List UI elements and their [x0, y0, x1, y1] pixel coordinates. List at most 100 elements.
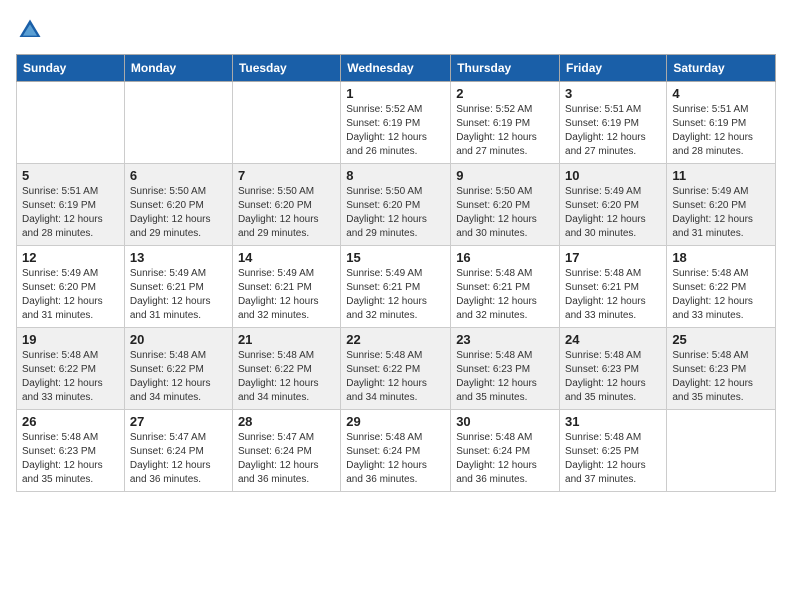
calendar-cell: 31 Sunrise: 5:48 AM Sunset: 6:25 PM Dayli…: [560, 410, 667, 492]
day-info: Sunrise: 5:48 AM Sunset: 6:24 PM Dayligh…: [346, 431, 445, 487]
day-number: 1: [346, 86, 445, 101]
day-number: 14: [238, 250, 335, 265]
day-number: 19: [22, 332, 119, 347]
day-number: 6: [130, 168, 227, 183]
day-number: 20: [130, 332, 227, 347]
day-header-monday: Monday: [124, 55, 232, 82]
week-row-4: 19 Sunrise: 5:48 AM Sunset: 6:22 PM Dayli…: [17, 328, 776, 410]
calendar-cell: 13Sunrise: 5:49 AM Sunset: 6:21 PM Dayli…: [124, 246, 232, 328]
week-row-1: 1 Sunrise: 5:52 AM Sunset: 6:19 PM Daylig…: [17, 82, 776, 164]
day-number: 10: [565, 168, 661, 183]
day-number: 12: [22, 250, 119, 265]
day-info: Sunrise: 5:49 AM Sunset: 6:20 PM Dayligh…: [565, 185, 661, 241]
calendar-cell: 25 Sunrise: 5:48 AM Sunset: 6:23 PM Dayli…: [667, 328, 776, 410]
day-info: Sunrise: 5:48 AM Sunset: 6:23 PM Dayligh…: [565, 349, 661, 405]
calendar-cell: 20 Sunrise: 5:48 AM Sunset: 6:22 PM Dayli…: [124, 328, 232, 410]
calendar-cell: 15 Sunrise: 5:49 AM Sunset: 6:21 PM Dayli…: [341, 246, 451, 328]
day-info: Sunrise: 5:50 AM Sunset: 6:20 PM Dayligh…: [130, 185, 227, 241]
calendar-cell: 3 Sunrise: 5:51 AM Sunset: 6:19 PM Daylig…: [560, 82, 667, 164]
calendar-cell: 19 Sunrise: 5:48 AM Sunset: 6:22 PM Dayli…: [17, 328, 125, 410]
calendar-cell: 2Sunrise: 5:52 AM Sunset: 6:19 PM Daylig…: [451, 82, 560, 164]
day-info: Sunrise: 5:48 AM Sunset: 6:23 PM Dayligh…: [22, 431, 119, 487]
calendar-cell: 24 Sunrise: 5:48 AM Sunset: 6:23 PM Dayli…: [560, 328, 667, 410]
day-info: Sunrise: 5:48 AM Sunset: 6:23 PM Dayligh…: [672, 349, 770, 405]
calendar-cell: 4 Sunrise: 5:51 AM Sunset: 6:19 PM Daylig…: [667, 82, 776, 164]
day-number: 3: [565, 86, 661, 101]
calendar-cell: 10 Sunrise: 5:49 AM Sunset: 6:20 PM Dayli…: [560, 164, 667, 246]
day-number: 26: [22, 414, 119, 429]
calendar-cell: 18 Sunrise: 5:48 AM Sunset: 6:22 PM Dayli…: [667, 246, 776, 328]
day-number: 24: [565, 332, 661, 347]
day-info: Sunrise: 5:51 AM Sunset: 6:19 PM Dayligh…: [22, 185, 119, 241]
calendar-cell: 8 Sunrise: 5:50 AM Sunset: 6:20 PM Daylig…: [341, 164, 451, 246]
day-number: 21: [238, 332, 335, 347]
day-number: 17: [565, 250, 661, 265]
day-info: Sunrise: 5:48 AM Sunset: 6:24 PM Dayligh…: [456, 431, 554, 487]
day-info: Sunrise: 5:51 AM Sunset: 6:19 PM Dayligh…: [672, 103, 770, 159]
day-number: 22: [346, 332, 445, 347]
day-number: 29: [346, 414, 445, 429]
calendar-cell: 29 Sunrise: 5:48 AM Sunset: 6:24 PM Dayli…: [341, 410, 451, 492]
day-info: Sunrise: 5:48 AM Sunset: 6:22 PM Dayligh…: [672, 267, 770, 323]
day-info: Sunrise: 5:50 AM Sunset: 6:20 PM Dayligh…: [346, 185, 445, 241]
logo-icon: [16, 16, 44, 44]
day-info: Sunrise: 5:50 AM Sunset: 6:20 PM Dayligh…: [456, 185, 554, 241]
day-number: 18: [672, 250, 770, 265]
day-number: 8: [346, 168, 445, 183]
calendar-cell: [17, 82, 125, 164]
calendar-cell: [667, 410, 776, 492]
day-info: Sunrise: 5:47 AM Sunset: 6:24 PM Dayligh…: [238, 431, 335, 487]
day-number: 11: [672, 168, 770, 183]
day-info: Sunrise: 5:51 AM Sunset: 6:19 PM Dayligh…: [565, 103, 661, 159]
calendar-cell: 23 Sunrise: 5:48 AM Sunset: 6:23 PM Dayli…: [451, 328, 560, 410]
calendar-cell: 9Sunrise: 5:50 AM Sunset: 6:20 PM Daylig…: [451, 164, 560, 246]
calendar-cell: 27Sunrise: 5:47 AM Sunset: 6:24 PM Dayli…: [124, 410, 232, 492]
day-header-wednesday: Wednesday: [341, 55, 451, 82]
calendar-cell: 21 Sunrise: 5:48 AM Sunset: 6:22 PM Dayli…: [232, 328, 340, 410]
calendar-cell: 17 Sunrise: 5:48 AM Sunset: 6:21 PM Dayli…: [560, 246, 667, 328]
page-header: [16, 16, 776, 44]
calendar-cell: 7 Sunrise: 5:50 AM Sunset: 6:20 PM Daylig…: [232, 164, 340, 246]
day-header-saturday: Saturday: [667, 55, 776, 82]
day-header-tuesday: Tuesday: [232, 55, 340, 82]
day-info: Sunrise: 5:48 AM Sunset: 6:25 PM Dayligh…: [565, 431, 661, 487]
calendar-cell: 14Sunrise: 5:49 AM Sunset: 6:21 PM Dayli…: [232, 246, 340, 328]
calendar-cell: 1 Sunrise: 5:52 AM Sunset: 6:19 PM Daylig…: [341, 82, 451, 164]
day-info: Sunrise: 5:48 AM Sunset: 6:22 PM Dayligh…: [130, 349, 227, 405]
day-info: Sunrise: 5:50 AM Sunset: 6:20 PM Dayligh…: [238, 185, 335, 241]
day-info: Sunrise: 5:48 AM Sunset: 6:22 PM Dayligh…: [238, 349, 335, 405]
day-info: Sunrise: 5:48 AM Sunset: 6:23 PM Dayligh…: [456, 349, 554, 405]
calendar-cell: [124, 82, 232, 164]
day-number: 13: [130, 250, 227, 265]
day-info: Sunrise: 5:48 AM Sunset: 6:22 PM Dayligh…: [22, 349, 119, 405]
day-info: Sunrise: 5:49 AM Sunset: 6:21 PM Dayligh…: [346, 267, 445, 323]
day-number: 28: [238, 414, 335, 429]
day-number: 16: [456, 250, 554, 265]
logo: [16, 16, 48, 44]
calendar-cell: 26 Sunrise: 5:48 AM Sunset: 6:23 PM Dayli…: [17, 410, 125, 492]
day-header-sunday: Sunday: [17, 55, 125, 82]
day-info: Sunrise: 5:52 AM Sunset: 6:19 PM Dayligh…: [456, 103, 554, 159]
calendar-cell: 11 Sunrise: 5:49 AM Sunset: 6:20 PM Dayli…: [667, 164, 776, 246]
week-row-2: 5 Sunrise: 5:51 AM Sunset: 6:19 PM Daylig…: [17, 164, 776, 246]
week-row-3: 12 Sunrise: 5:49 AM Sunset: 6:20 PM Dayli…: [17, 246, 776, 328]
day-info: Sunrise: 5:47 AM Sunset: 6:24 PM Dayligh…: [130, 431, 227, 487]
day-info: Sunrise: 5:49 AM Sunset: 6:20 PM Dayligh…: [22, 267, 119, 323]
day-number: 5: [22, 168, 119, 183]
calendar-cell: 28 Sunrise: 5:47 AM Sunset: 6:24 PM Dayli…: [232, 410, 340, 492]
day-number: 30: [456, 414, 554, 429]
day-info: Sunrise: 5:49 AM Sunset: 6:20 PM Dayligh…: [672, 185, 770, 241]
day-info: Sunrise: 5:52 AM Sunset: 6:19 PM Dayligh…: [346, 103, 445, 159]
day-number: 23: [456, 332, 554, 347]
calendar-table: SundayMondayTuesdayWednesdayThursdayFrid…: [16, 54, 776, 492]
calendar-header-row: SundayMondayTuesdayWednesdayThursdayFrid…: [17, 55, 776, 82]
calendar-cell: 5 Sunrise: 5:51 AM Sunset: 6:19 PM Daylig…: [17, 164, 125, 246]
day-number: 7: [238, 168, 335, 183]
day-number: 31: [565, 414, 661, 429]
day-info: Sunrise: 5:48 AM Sunset: 6:22 PM Dayligh…: [346, 349, 445, 405]
day-number: 15: [346, 250, 445, 265]
day-number: 25: [672, 332, 770, 347]
day-info: Sunrise: 5:48 AM Sunset: 6:21 PM Dayligh…: [565, 267, 661, 323]
day-info: Sunrise: 5:48 AM Sunset: 6:21 PM Dayligh…: [456, 267, 554, 323]
day-number: 4: [672, 86, 770, 101]
